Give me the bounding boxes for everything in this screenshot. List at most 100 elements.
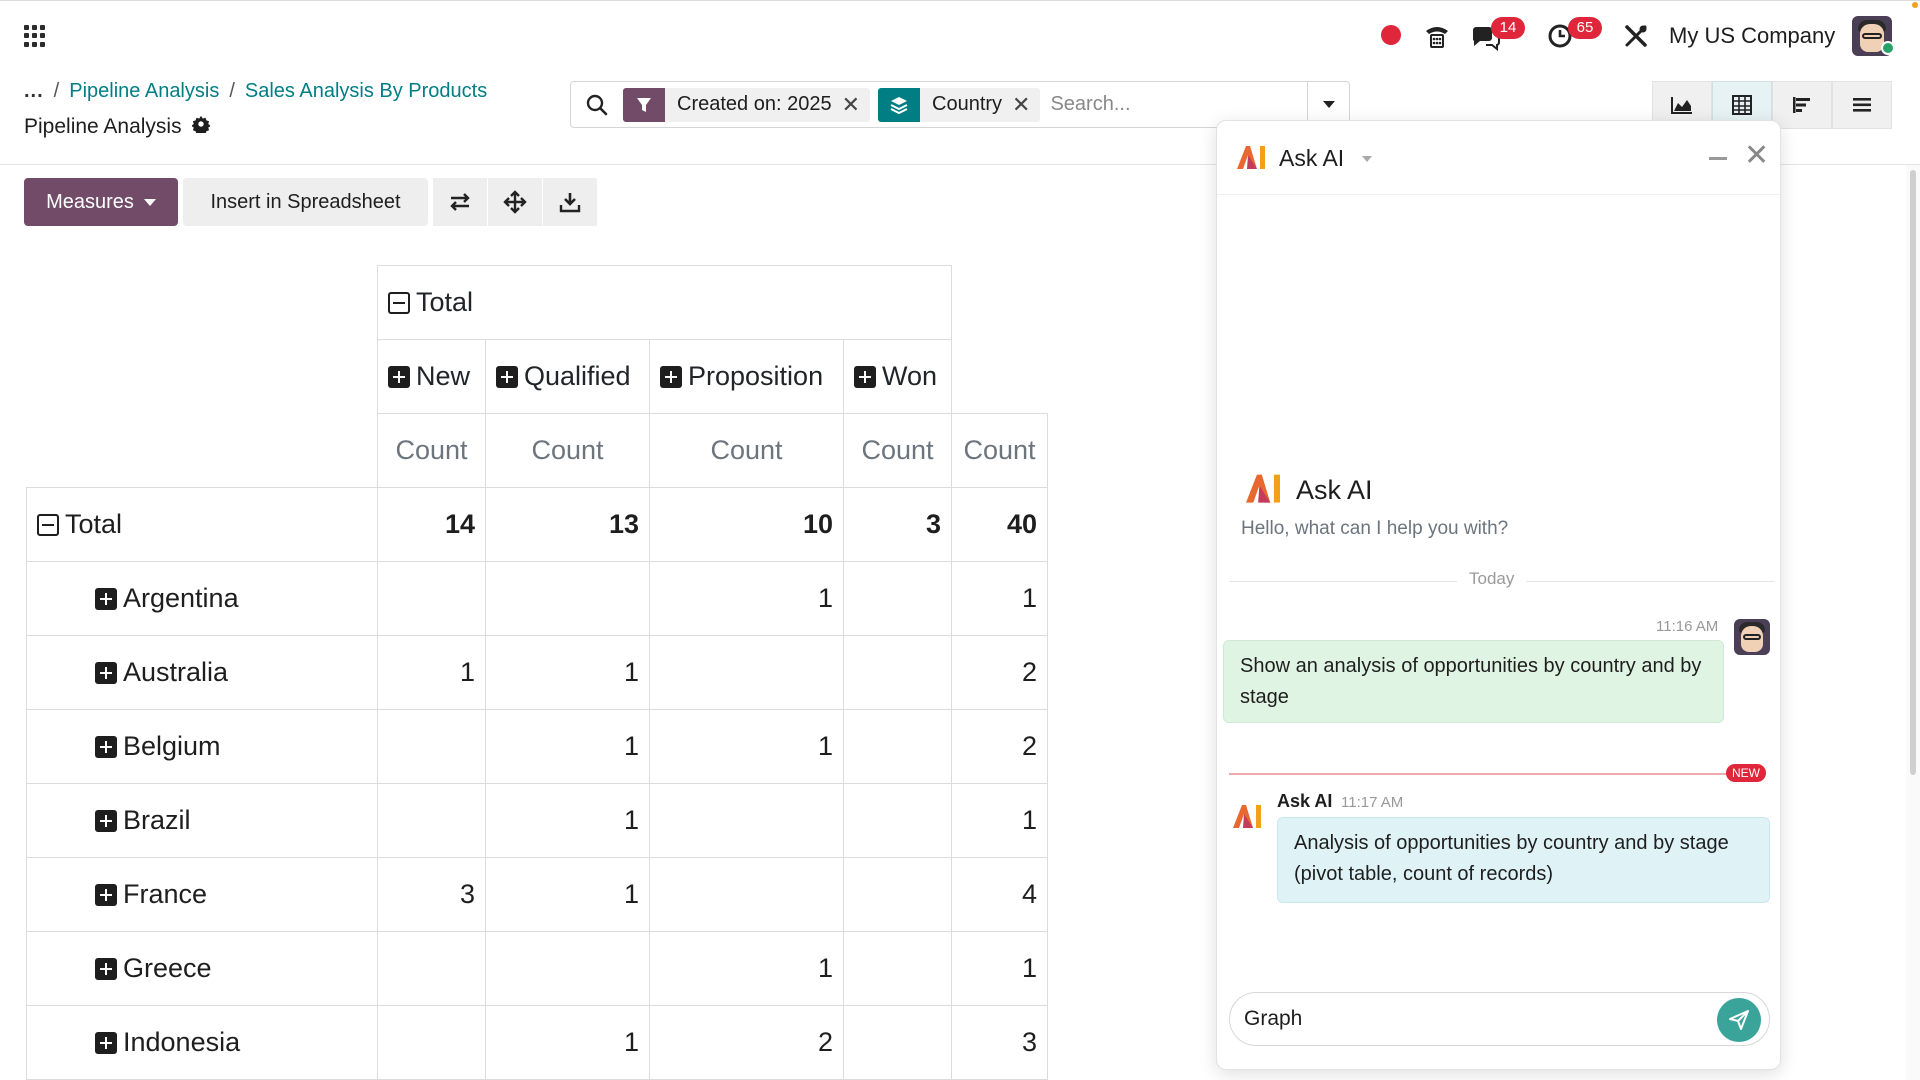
col-header-total[interactable]: Total <box>377 265 952 340</box>
search-input[interactable] <box>1048 92 1289 117</box>
expand-icon <box>95 809 117 832</box>
value-cell[interactable] <box>377 709 486 784</box>
value-cell[interactable]: 1 <box>649 561 844 636</box>
value-cell[interactable]: 1 <box>485 1005 650 1080</box>
value-cell[interactable]: 1 <box>649 931 844 1006</box>
remove-facet-icon[interactable]: ✕ <box>842 92 870 118</box>
row-header-label: France <box>123 879 208 909</box>
col-header-won[interactable]: Won <box>843 339 952 414</box>
expand-all-button[interactable] <box>488 178 542 226</box>
value-cell[interactable] <box>377 1005 486 1080</box>
debug-tools-icon[interactable] <box>1622 19 1650 53</box>
value-cell[interactable]: 1 <box>649 709 844 784</box>
row-header-total[interactable]: Total <box>26 487 378 562</box>
row-header-country[interactable]: Argentina <box>26 561 378 636</box>
measure-header[interactable]: Count <box>377 413 486 488</box>
value-cell[interactable] <box>377 783 486 858</box>
col-header-label: Qualified <box>524 361 631 391</box>
value-cell[interactable] <box>649 783 844 858</box>
value-cell[interactable] <box>649 635 844 710</box>
caret-down-icon[interactable] <box>1362 156 1372 162</box>
row-header-label: Indonesia <box>123 1027 241 1057</box>
message-input[interactable] <box>1242 1006 1702 1032</box>
value-cell[interactable]: 1 <box>485 709 650 784</box>
value-cell[interactable]: 2 <box>649 1005 844 1080</box>
total-cell[interactable]: 10 <box>649 487 844 562</box>
company-switcher[interactable]: My US Company <box>1669 23 1835 49</box>
col-header-qualified[interactable]: Qualified <box>485 339 650 414</box>
row-header-country[interactable]: Indonesia <box>26 1005 378 1080</box>
search-facet-filter[interactable]: Created on: 2025 ✕ <box>623 87 870 122</box>
breadcrumb-pipeline-analysis[interactable]: Pipeline Analysis <box>69 80 219 103</box>
value-cell[interactable] <box>377 931 486 1006</box>
expand-icon <box>95 661 117 684</box>
value-cell[interactable] <box>843 857 952 932</box>
measure-header[interactable]: Count <box>485 413 650 488</box>
search-icon[interactable] <box>571 94 623 116</box>
app-menu-icon[interactable] <box>24 25 46 47</box>
value-cell[interactable]: 1 <box>377 635 486 710</box>
value-cell[interactable] <box>843 783 952 858</box>
value-cell[interactable] <box>843 1005 952 1080</box>
download-xlsx-button[interactable] <box>543 178 597 226</box>
value-cell[interactable] <box>485 931 650 1006</box>
total-cell[interactable]: 3 <box>843 487 952 562</box>
measure-header[interactable]: Count <box>843 413 952 488</box>
remove-facet-icon[interactable]: ✕ <box>1012 92 1040 118</box>
minimize-icon[interactable] <box>1709 157 1727 160</box>
search-facet-groupby[interactable]: Country ✕ <box>878 87 1041 122</box>
list-view-button[interactable] <box>1832 81 1892 129</box>
value-cell[interactable]: 1 <box>485 635 650 710</box>
row-header-country[interactable]: Australia <box>26 635 378 710</box>
value-cell[interactable]: 2 <box>951 709 1048 784</box>
notification-dot-icon <box>1912 2 1918 8</box>
scrollbar-thumb[interactable] <box>1910 170 1916 775</box>
total-cell[interactable]: 14 <box>377 487 486 562</box>
value-cell[interactable]: 4 <box>951 857 1048 932</box>
value-cell[interactable] <box>843 635 952 710</box>
value-cell[interactable] <box>649 857 844 932</box>
ask-ai-header[interactable]: Ask AI ✕ <box>1217 121 1780 195</box>
value-cell[interactable] <box>843 931 952 1006</box>
value-cell[interactable] <box>843 709 952 784</box>
value-cell[interactable]: 3 <box>377 857 486 932</box>
value-cell[interactable] <box>485 561 650 636</box>
value-cell[interactable]: 3 <box>951 1005 1048 1080</box>
intro-title: Ask AI <box>1296 475 1373 505</box>
value-cell[interactable] <box>843 561 952 636</box>
expand-icon <box>95 883 117 906</box>
value-cell[interactable]: 1 <box>951 931 1048 1006</box>
col-header-proposition[interactable]: Proposition <box>649 339 844 414</box>
cohort-view-button[interactable] <box>1772 81 1832 129</box>
total-cell[interactable]: 13 <box>485 487 650 562</box>
measure-header[interactable]: Count <box>951 413 1048 488</box>
value-cell[interactable]: 1 <box>951 783 1048 858</box>
phone-icon[interactable] <box>1422 19 1452 53</box>
measure-header[interactable]: Count <box>649 413 844 488</box>
total-cell[interactable]: 40 <box>951 487 1048 562</box>
value-cell[interactable]: 1 <box>485 783 650 858</box>
gear-icon[interactable] <box>190 115 211 139</box>
user-avatar[interactable] <box>1734 619 1770 655</box>
send-button[interactable] <box>1717 998 1761 1042</box>
breadcrumb-separator: / <box>229 80 235 102</box>
value-cell[interactable] <box>377 561 486 636</box>
row-header-country[interactable]: Brazil <box>26 783 378 858</box>
insert-in-spreadsheet-button[interactable]: Insert in Spreadsheet <box>183 178 428 226</box>
row-header-country[interactable]: France <box>26 857 378 932</box>
row-header-country[interactable]: Belgium <box>26 709 378 784</box>
row-header-country[interactable]: Greece <box>26 931 378 1006</box>
recording-indicator-icon[interactable] <box>1381 25 1401 45</box>
measures-button[interactable]: Measures <box>24 178 178 226</box>
filter-icon <box>623 87 665 122</box>
value-cell[interactable]: 1 <box>951 561 1048 636</box>
col-header-new[interactable]: New <box>377 339 486 414</box>
value-cell[interactable]: 1 <box>485 857 650 932</box>
breadcrumb-sales-analysis-by-products[interactable]: Sales Analysis By Products <box>245 80 487 103</box>
value-cell[interactable]: 2 <box>951 635 1048 710</box>
new-messages-badge: NEW <box>1726 764 1766 782</box>
close-icon[interactable]: ✕ <box>1744 141 1769 171</box>
flip-axis-button[interactable] <box>433 178 487 226</box>
online-status-icon <box>1881 41 1895 55</box>
breadcrumb-ellipsis[interactable]: ... <box>24 80 44 103</box>
